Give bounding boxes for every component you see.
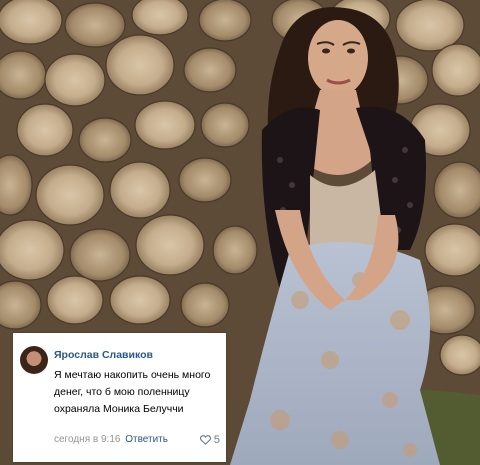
heart-icon <box>199 435 211 445</box>
user-avatar[interactable] <box>20 346 48 374</box>
like-count: 5 <box>213 434 220 446</box>
comment-time: сегодня в 9:16 <box>54 434 121 445</box>
comment-text: Я мечтаю накопить очень много денег, что… <box>54 369 211 415</box>
comment-author[interactable]: Ярослав Славиков <box>54 349 153 361</box>
comment-meta: сегодня в 9:16 Ответить <box>54 434 219 448</box>
comment-card: Ярослав Славиков Я мечтаю накопить очень… <box>13 333 226 462</box>
like-button[interactable]: 5 <box>199 434 220 446</box>
reply-button[interactable]: Ответить <box>125 434 168 445</box>
